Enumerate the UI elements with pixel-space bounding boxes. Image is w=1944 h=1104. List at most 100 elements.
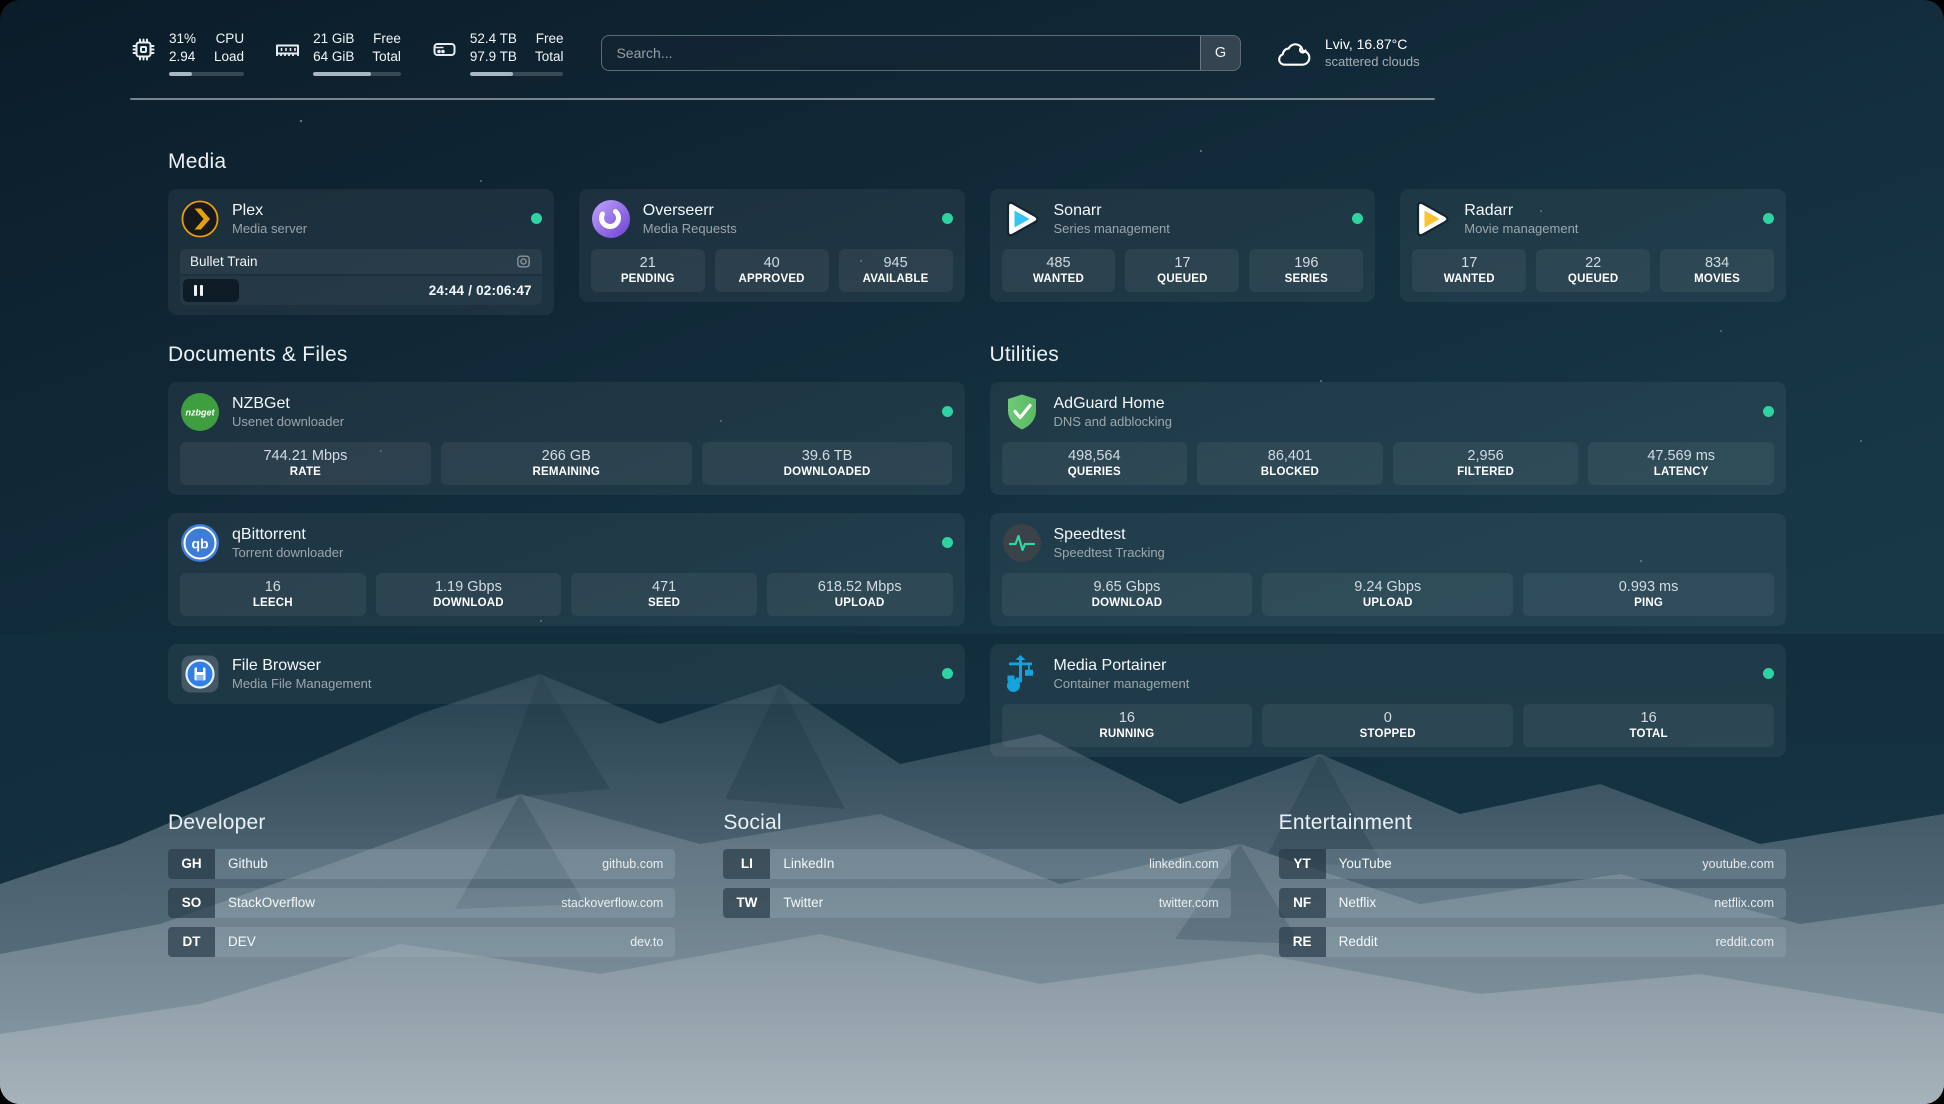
stat-queued: 22 QUEUED xyxy=(1536,249,1650,292)
stat-value: 485 xyxy=(1006,255,1112,271)
service-description: Media File Management xyxy=(232,676,371,691)
stat-value: 16 xyxy=(184,579,362,595)
service-card-qbittorrent[interactable]: qb qBittorrent Torrent downloader 16 LEE… xyxy=(168,513,965,626)
resource-disk: 52.4 TB97.9 TB FreeTotal xyxy=(431,30,564,76)
stat-label: PING xyxy=(1527,597,1770,609)
bookmark-reddit[interactable]: RE Reddit reddit.com xyxy=(1279,927,1786,957)
stat-download: 9.65 Gbps DOWNLOAD xyxy=(1002,573,1253,616)
pause-button[interactable] xyxy=(183,279,239,302)
plex-icon xyxy=(180,199,220,239)
status-bar: 31%2.94 CPULoad 21 GiB64 GiB FreeTotal 5… xyxy=(130,30,1435,76)
stats-row: 9.65 Gbps DOWNLOAD 9.24 Gbps UPLOAD 0.99… xyxy=(1002,573,1775,616)
stat-approved: 40 APPROVED xyxy=(715,249,829,292)
stats-row: 485 WANTED 17 QUEUED 196 SERIES xyxy=(1002,249,1364,292)
status-dot xyxy=(942,537,953,548)
svg-text:nzbget: nzbget xyxy=(186,407,216,417)
stat-wanted: 485 WANTED xyxy=(1002,249,1116,292)
stat-leech: 16 LEECH xyxy=(180,573,366,616)
stat-value: 471 xyxy=(575,579,753,595)
service-card-plex[interactable]: Plex Media server Bullet Train 24:44 / 0… xyxy=(168,189,554,315)
bookmark-name: StackOverflow xyxy=(215,888,315,918)
bookmark-linkedin[interactable]: LI LinkedIn linkedin.com xyxy=(723,849,1230,879)
status-dot xyxy=(942,213,953,224)
stat-remaining: 266 GB REMAINING xyxy=(441,442,692,485)
stat-label: UPLOAD xyxy=(1266,597,1509,609)
resource-widgets: 31%2.94 CPULoad 21 GiB64 GiB FreeTotal 5… xyxy=(130,30,563,76)
bookmark-youtube[interactable]: YT YouTube youtube.com xyxy=(1279,849,1786,879)
service-name: Speedtest xyxy=(1054,526,1165,544)
stat-blocked: 86,401 BLOCKED xyxy=(1197,442,1383,485)
nzbget-icon: nzbget xyxy=(180,392,220,432)
bookmark-group-entertainment: Entertainment YT YouTube youtube.com NF … xyxy=(1279,811,1786,957)
now-playing-title: Bullet Train xyxy=(190,254,258,269)
sonarr-icon xyxy=(1002,199,1042,239)
bookmark-github[interactable]: GH Github github.com xyxy=(168,849,675,879)
service-card-overseerr[interactable]: Overseerr Media Requests 21 PENDING 40 A… xyxy=(579,189,965,302)
service-card-speedtest[interactable]: Speedtest Speedtest Tracking 9.65 Gbps D… xyxy=(990,513,1787,626)
stat-label: REMAINING xyxy=(445,466,688,478)
service-card-sonarr[interactable]: Sonarr Series management 485 WANTED 17 Q… xyxy=(990,189,1376,302)
service-description: Speedtest Tracking xyxy=(1054,545,1165,560)
bookmark-name: Netflix xyxy=(1326,888,1377,918)
bookmark-abbr: SO xyxy=(168,888,215,918)
bookmark-twitter[interactable]: TW Twitter twitter.com xyxy=(723,888,1230,918)
weather-condition: scattered clouds xyxy=(1325,54,1420,69)
bookmark-dev[interactable]: DT DEV dev.to xyxy=(168,927,675,957)
stat-value: 0.993 ms xyxy=(1527,579,1770,595)
bookmark-domain: stackoverflow.com xyxy=(561,888,675,918)
section-title-social: Social xyxy=(723,811,1230,835)
stat-label: AVAILABLE xyxy=(843,273,949,285)
resource-progress-bar xyxy=(313,72,401,76)
stat-label: DOWNLOADED xyxy=(706,466,949,478)
service-card-portainer[interactable]: Media Portainer Container management 16 … xyxy=(990,644,1787,757)
stat-label: LATENCY xyxy=(1592,466,1770,478)
resource-cpu: 31%2.94 CPULoad xyxy=(130,30,244,76)
section-title-documents: Documents & Files xyxy=(168,343,965,367)
qbittorrent-icon: qb xyxy=(180,523,220,563)
resource-progress-bar xyxy=(470,72,564,76)
bookmark-domain: youtube.com xyxy=(1702,849,1786,879)
stat-value: 266 GB xyxy=(445,448,688,464)
adguard-icon xyxy=(1002,392,1042,432)
service-card-adguard[interactable]: AdGuard Home DNS and adblocking 498,564 … xyxy=(990,382,1787,495)
stat-ping: 0.993 ms PING xyxy=(1523,573,1774,616)
resource-values: 21 GiB64 GiB xyxy=(313,30,354,66)
stat-value: 21 xyxy=(595,255,701,271)
bookmark-name: Github xyxy=(215,849,268,879)
stat-label: PENDING xyxy=(595,273,701,285)
bookmark-netflix[interactable]: NF Netflix netflix.com xyxy=(1279,888,1786,918)
bookmark-group-social: Social LI LinkedIn linkedin.com TW Twitt… xyxy=(723,811,1230,957)
column-documents: Documents & Files nzbget NZBGet Usenet d… xyxy=(168,343,965,704)
service-name: Overseerr xyxy=(643,202,737,220)
stat-downloaded: 39.6 TB DOWNLOADED xyxy=(702,442,953,485)
stat-label: RATE xyxy=(184,466,427,478)
utilities-cards: AdGuard Home DNS and adblocking 498,564 … xyxy=(990,382,1787,757)
bookmark-abbr: NF xyxy=(1279,888,1326,918)
bookmark-stackoverflow[interactable]: SO StackOverflow stackoverflow.com xyxy=(168,888,675,918)
service-card-radarr[interactable]: Radarr Movie management 17 WANTED 22 QUE… xyxy=(1400,189,1786,302)
service-card-nzbget[interactable]: nzbget NZBGet Usenet downloader 744.21 M… xyxy=(168,382,965,495)
stat-value: 498,564 xyxy=(1006,448,1184,464)
stat-value: 834 xyxy=(1664,255,1770,271)
cloud-icon xyxy=(1275,39,1313,67)
bookmark-domain: netflix.com xyxy=(1714,888,1786,918)
bookmark-groups: Developer GH Github github.com SO StackO… xyxy=(168,811,1786,997)
stat-label: BLOCKED xyxy=(1201,466,1379,478)
stat-filtered: 2,956 FILTERED xyxy=(1393,442,1579,485)
bookmark-domain: linkedin.com xyxy=(1149,849,1230,879)
search-provider-button[interactable]: G xyxy=(1200,36,1240,70)
section-title-media: Media xyxy=(168,150,1786,174)
stat-label: QUEUED xyxy=(1129,273,1235,285)
stat-upload: 618.52 Mbps UPLOAD xyxy=(767,573,953,616)
stat-value: 22 xyxy=(1540,255,1646,271)
stat-queued: 17 QUEUED xyxy=(1125,249,1239,292)
weather-widget[interactable]: Lviv, 16.87°C scattered clouds xyxy=(1275,36,1435,69)
stat-label: UPLOAD xyxy=(771,597,949,609)
search-input[interactable] xyxy=(602,36,1200,70)
resource-progress-bar xyxy=(169,72,244,76)
stat-value: 9.24 Gbps xyxy=(1266,579,1509,595)
stat-label: WANTED xyxy=(1416,273,1522,285)
stat-label: MOVIES xyxy=(1664,273,1770,285)
service-card-filebrowser[interactable]: File Browser Media File Management xyxy=(168,644,965,704)
stat-value: 2,956 xyxy=(1397,448,1575,464)
